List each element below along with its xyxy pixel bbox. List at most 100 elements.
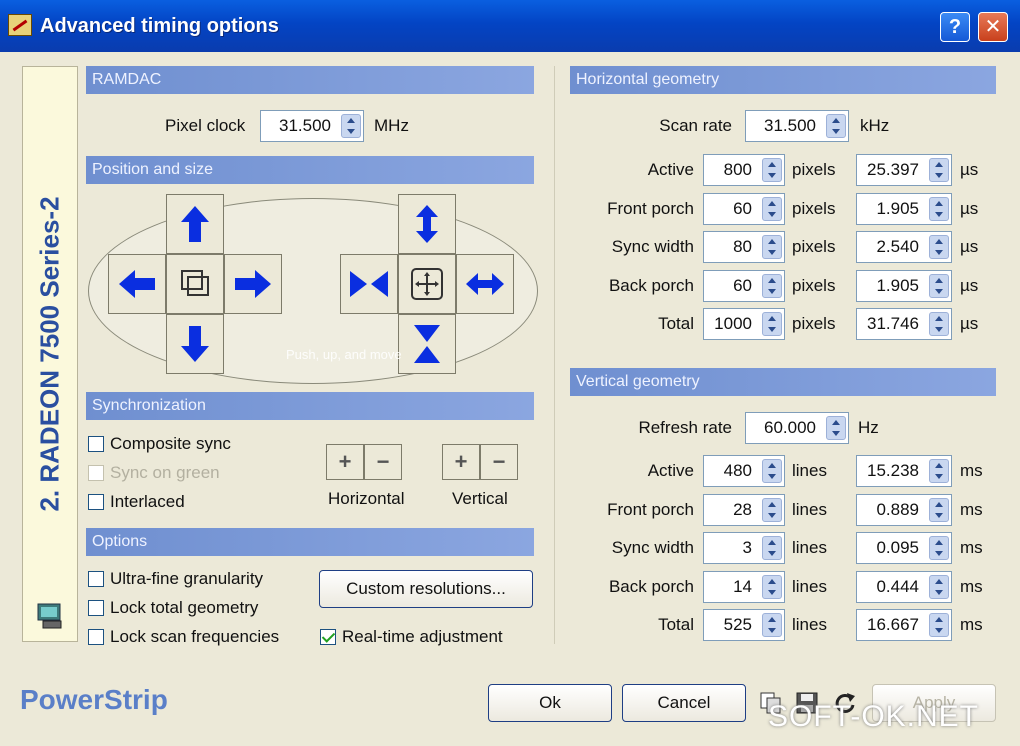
v-back-porch-lines-spin-arrows[interactable] (762, 574, 782, 599)
h-back-porch-pixels-spin-arrows[interactable] (762, 273, 782, 298)
v-sync-width-lines-spinner[interactable]: 3 (703, 532, 785, 564)
lock-scan-checkbox[interactable]: Lock scan frequencies (88, 627, 279, 647)
h-total-time-spinner[interactable]: 31.746 (856, 308, 952, 340)
lock-total-box[interactable] (88, 600, 104, 616)
h-active-pixels-spin-arrows[interactable] (762, 158, 782, 182)
size-center-button[interactable] (398, 254, 456, 314)
v-active-time-value[interactable]: 15.238 (857, 456, 925, 486)
v-active-lines-value[interactable]: 480 (704, 456, 758, 486)
move-left-button[interactable] (108, 254, 166, 314)
composite-sync-checkbox[interactable]: Composite sync (88, 434, 231, 454)
h-front-porch-pixels-spinner[interactable]: 60 (703, 192, 785, 225)
h-front-porch-pixels-spin-arrows[interactable] (762, 196, 782, 221)
v-back-porch-lines-spinner[interactable]: 14 (703, 570, 785, 603)
move-up-button[interactable] (166, 194, 224, 254)
h-sync-width-time-value[interactable]: 2.540 (857, 232, 925, 262)
ok-button[interactable]: Ok (488, 684, 612, 722)
scan-rate-spin-arrows[interactable] (826, 114, 846, 138)
scan-rate-value[interactable]: 31.500 (746, 111, 822, 141)
v-sync-width-time-value[interactable]: 0.095 (857, 533, 925, 563)
scan-rate-spinner[interactable]: 31.500 (745, 110, 849, 142)
shrink-horizontal-button[interactable] (340, 254, 398, 314)
pixel-clock-spin-arrows[interactable] (341, 114, 361, 138)
h-total-time-spin-arrows[interactable] (929, 312, 949, 336)
h-sync-width-time-spinner[interactable]: 2.540 (856, 231, 952, 263)
v-back-porch-time-spin-arrows[interactable] (929, 574, 949, 599)
h-back-porch-pixels-spinner[interactable]: 60 (703, 269, 785, 302)
custom-resolutions-button[interactable]: Custom resolutions... (319, 570, 533, 608)
interlaced-checkbox[interactable]: Interlaced (88, 492, 185, 512)
h-sync-width-time-spin-arrows[interactable] (929, 235, 949, 259)
h-sync-width-pixels-spin-arrows[interactable] (762, 235, 782, 259)
h-active-pixels-spinner[interactable]: 800 (703, 154, 785, 186)
v-total-time-spin-arrows[interactable] (929, 613, 949, 637)
v-total-time-value[interactable]: 16.667 (857, 610, 925, 640)
h-front-porch-pixels-value[interactable]: 60 (704, 194, 758, 224)
v-sync-width-lines-value[interactable]: 3 (704, 533, 758, 563)
refresh-rate-spinner[interactable]: 60.000 (745, 412, 849, 444)
v-active-lines-spinner[interactable]: 480 (703, 455, 785, 487)
v-sync-width-time-spin-arrows[interactable] (929, 536, 949, 560)
v-back-porch-time-value[interactable]: 0.444 (857, 572, 925, 602)
v-front-porch-time-spinner[interactable]: 0.889 (856, 493, 952, 526)
v-sync-width-time-spinner[interactable]: 0.095 (856, 532, 952, 564)
h-back-porch-time-value[interactable]: 1.905 (857, 271, 925, 301)
stretch-vertical-button[interactable] (398, 194, 456, 254)
v-front-porch-lines-value[interactable]: 28 (704, 495, 758, 525)
help-button[interactable]: ? (940, 12, 970, 42)
h-back-porch-pixels-value[interactable]: 60 (704, 271, 758, 301)
lock-scan-box[interactable] (88, 629, 104, 645)
h-total-pixels-spin-arrows[interactable] (762, 312, 782, 336)
horizontal-plus-button[interactable]: + (326, 444, 364, 480)
v-total-lines-value[interactable]: 525 (704, 610, 758, 640)
center-position-button[interactable] (166, 254, 224, 314)
v-total-lines-spinner[interactable]: 525 (703, 609, 785, 641)
v-active-time-spin-arrows[interactable] (929, 459, 949, 483)
realtime-adjustment-box[interactable] (320, 629, 336, 645)
h-active-pixels-value[interactable]: 800 (704, 155, 758, 185)
v-front-porch-lines-spin-arrows[interactable] (762, 497, 782, 522)
h-total-time-value[interactable]: 31.746 (857, 309, 925, 339)
refresh-rate-value[interactable]: 60.000 (746, 413, 822, 443)
h-sync-width-pixels-spinner[interactable]: 80 (703, 231, 785, 263)
h-back-porch-time-spinner[interactable]: 1.905 (856, 269, 952, 302)
horizontal-minus-button[interactable]: − (364, 444, 402, 480)
pixel-clock-spinner[interactable]: 31.500 (260, 110, 364, 142)
h-active-time-value[interactable]: 25.397 (857, 155, 925, 185)
move-down-button[interactable] (166, 314, 224, 374)
pixel-clock-value[interactable]: 31.500 (261, 111, 337, 141)
refresh-rate-spin-arrows[interactable] (826, 416, 846, 440)
lock-total-checkbox[interactable]: Lock total geometry (88, 598, 258, 618)
v-active-lines-spin-arrows[interactable] (762, 459, 782, 483)
h-sync-width-pixels-value[interactable]: 80 (704, 232, 758, 262)
v-total-time-spinner[interactable]: 16.667 (856, 609, 952, 641)
vertical-plus-button[interactable]: + (442, 444, 480, 480)
v-sync-width-lines-spin-arrows[interactable] (762, 536, 782, 560)
interlaced-box[interactable] (88, 494, 104, 510)
h-active-time-spinner[interactable]: 25.397 (856, 154, 952, 186)
h-back-porch-time-spin-arrows[interactable] (929, 273, 949, 298)
realtime-adjustment-checkbox[interactable]: Real-time adjustment (320, 627, 503, 647)
h-front-porch-time-spinner[interactable]: 1.905 (856, 192, 952, 225)
close-button[interactable]: ✕ (978, 12, 1008, 42)
move-right-button[interactable] (224, 254, 282, 314)
stretch-horizontal-button[interactable] (456, 254, 514, 314)
h-total-pixels-value[interactable]: 1000 (704, 309, 758, 339)
ultra-fine-box[interactable] (88, 571, 104, 587)
shrink-vertical-button[interactable] (398, 314, 456, 374)
h-front-porch-time-value[interactable]: 1.905 (857, 194, 925, 224)
cancel-button[interactable]: Cancel (622, 684, 746, 722)
v-back-porch-lines-value[interactable]: 14 (704, 572, 758, 602)
v-active-time-spinner[interactable]: 15.238 (856, 455, 952, 487)
h-total-pixels-spinner[interactable]: 1000 (703, 308, 785, 340)
ultra-fine-checkbox[interactable]: Ultra-fine granularity (88, 569, 263, 589)
h-active-time-spin-arrows[interactable] (929, 158, 949, 182)
v-total-lines-spin-arrows[interactable] (762, 613, 782, 637)
v-front-porch-time-spin-arrows[interactable] (929, 497, 949, 522)
v-front-porch-time-value[interactable]: 0.889 (857, 495, 925, 525)
v-back-porch-time-spinner[interactable]: 0.444 (856, 570, 952, 603)
h-front-porch-time-spin-arrows[interactable] (929, 196, 949, 221)
v-front-porch-lines-spinner[interactable]: 28 (703, 493, 785, 526)
composite-sync-box[interactable] (88, 436, 104, 452)
vertical-minus-button[interactable]: − (480, 444, 518, 480)
